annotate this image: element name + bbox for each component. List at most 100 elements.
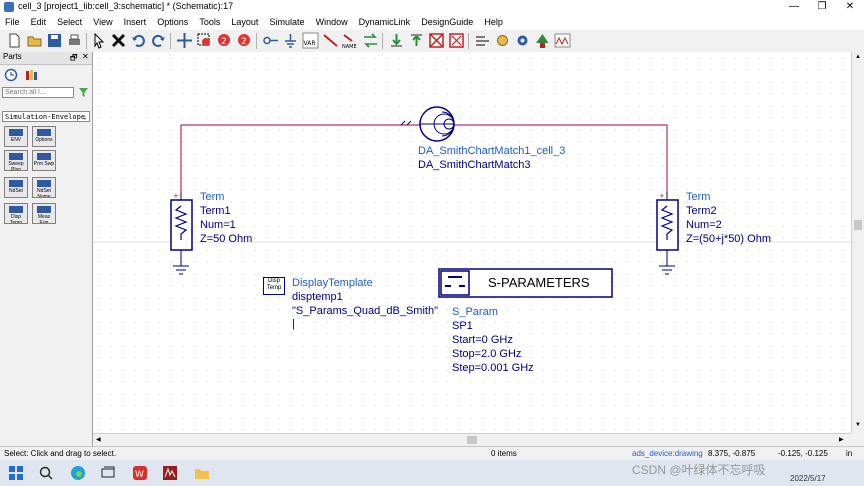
wire-icon[interactable]	[322, 32, 339, 49]
filter-icon[interactable]	[78, 87, 89, 98]
close-panel-button[interactable]: ✕	[82, 52, 89, 61]
swap-icon[interactable]	[362, 32, 379, 49]
minimize-button[interactable]: —	[780, 0, 808, 14]
term1-num: Num=1	[200, 219, 236, 231]
svg-text:+: +	[659, 192, 665, 200]
new-file-icon[interactable]	[6, 32, 23, 49]
schematic-canvas[interactable]: + + DA_SmithChartMatch1_cell_3 DA_SmithC…	[93, 52, 851, 433]
zoom-area-icon[interactable]	[196, 32, 213, 49]
palette-sweep-plan-button[interactable]: Sweep Plan	[4, 150, 28, 171]
scroll-up-icon[interactable]: ▲	[855, 54, 861, 60]
palette-meas-eqn-button[interactable]: Meas Eqn	[32, 203, 56, 224]
parts-panel-title: Parts	[3, 52, 22, 61]
status-message: Select: Click and drag to select.	[4, 449, 117, 458]
vertical-scrollbar[interactable]: ▲ ▼	[851, 52, 864, 433]
menu-window[interactable]: Window	[313, 14, 351, 30]
zoom-out-icon[interactable]: 2	[236, 32, 253, 49]
menu-designguide[interactable]: DesignGuide	[418, 14, 476, 30]
term1-name: Term1	[200, 205, 231, 217]
port-icon[interactable]	[262, 32, 279, 49]
var-equation-icon[interactable]: VAR	[302, 32, 319, 49]
ads-app-icon[interactable]	[162, 465, 178, 481]
library-browser-icon[interactable]	[24, 68, 38, 82]
undock-button[interactable]: 🗗	[70, 52, 78, 66]
print-icon[interactable]	[66, 32, 83, 49]
undo-icon[interactable]	[130, 32, 147, 49]
term2-symbol[interactable]: +	[656, 192, 679, 275]
display-template-icon[interactable]: Disp Temp	[263, 277, 285, 295]
palette-param-sweep-button[interactable]: Prm Swp	[32, 150, 56, 171]
ground-icon[interactable]	[282, 32, 299, 49]
optimize-icon[interactable]	[534, 32, 551, 49]
close-button[interactable]: ✕	[836, 0, 864, 14]
edge-browser-icon[interactable]	[70, 465, 86, 481]
file-explorer-icon[interactable]	[194, 465, 210, 481]
sparam-banner: S-PARAMETERS	[488, 275, 590, 290]
data-display-icon[interactable]	[554, 32, 571, 49]
zoom-in-icon[interactable]: 2	[216, 32, 233, 49]
horizontal-scrollbar[interactable]: ◀ ▶	[93, 433, 851, 447]
deactivate-icon[interactable]	[428, 32, 445, 49]
search-icon[interactable]	[38, 465, 54, 481]
scroll-right-icon[interactable]: ▶	[839, 436, 844, 443]
move-icon[interactable]	[176, 32, 193, 49]
tuning-icon[interactable]	[494, 32, 511, 49]
svg-text:W: W	[135, 470, 144, 480]
status-layer: ads_device:drawing	[632, 449, 703, 458]
parts-search-input[interactable]	[2, 87, 74, 98]
save-icon[interactable]	[46, 32, 63, 49]
toolbar-separator	[468, 33, 469, 49]
palette-ndset-name-button[interactable]: NdSet Name	[32, 177, 56, 198]
app-icon	[4, 2, 14, 12]
task-view-icon[interactable]	[100, 465, 116, 481]
menu-tools[interactable]: Tools	[196, 14, 223, 30]
menu-dynamiclink[interactable]: DynamicLink	[356, 14, 414, 30]
horizontal-scroll-thumb[interactable]	[467, 436, 477, 444]
push-into-icon[interactable]	[388, 32, 405, 49]
palette-options-button[interactable]: Options	[32, 126, 56, 147]
menu-help[interactable]: Help	[481, 14, 506, 30]
sparam-type: S_Param	[452, 306, 498, 318]
wps-office-icon[interactable]: W	[132, 465, 148, 481]
status-bar: Select: Click and drag to select. 0 item…	[0, 446, 864, 461]
menu-options[interactable]: Options	[154, 14, 191, 30]
history-clock-icon[interactable]	[4, 68, 18, 82]
term2-num: Num=2	[686, 219, 722, 231]
menu-file[interactable]: File	[2, 14, 23, 30]
pin-icon[interactable]	[474, 32, 491, 49]
select-arrow-icon[interactable]	[90, 32, 107, 49]
open-folder-icon[interactable]	[26, 32, 43, 49]
menu-select[interactable]: Select	[54, 14, 85, 30]
palette-select[interactable]: Simulation-Envelope ⌄	[2, 111, 90, 122]
smith-chart-icon[interactable]	[419, 106, 455, 142]
maximize-button[interactable]: ❐	[808, 0, 836, 14]
smith-match-type: DA_SmithChartMatch1_cell_3	[418, 145, 566, 157]
vertical-scroll-thumb[interactable]	[854, 220, 862, 230]
menu-edit[interactable]: Edit	[28, 14, 50, 30]
smith-match-name: DA_SmithChartMatch3	[418, 159, 531, 171]
activate-icon[interactable]	[448, 32, 465, 49]
delete-icon[interactable]	[110, 32, 127, 49]
status-unit: in	[846, 449, 853, 458]
parts-panel: Parts 🗗 ✕ Simulation-Envelope ⌄ ENV Opti…	[0, 52, 93, 446]
term1-z: Z=50 Ohm	[200, 233, 253, 245]
name-label-icon[interactable]: NAME	[342, 32, 359, 49]
menu-view[interactable]: View	[90, 14, 115, 30]
menu-layout[interactable]: Layout	[228, 14, 261, 30]
display-template-type: DisplayTemplate	[292, 277, 373, 289]
toolbar-separator	[382, 33, 383, 49]
windows-start-icon[interactable]	[8, 465, 24, 481]
menu-simulate[interactable]: Simulate	[267, 14, 308, 30]
term1-symbol[interactable]: +	[170, 192, 193, 275]
scroll-left-icon[interactable]: ◀	[96, 436, 101, 443]
scroll-down-icon[interactable]: ▼	[855, 422, 861, 428]
term1-type: Term	[200, 191, 225, 203]
redo-icon[interactable]	[150, 32, 167, 49]
term2-z: Z=(50+j*50) Ohm	[686, 233, 771, 245]
simulate-gear-icon[interactable]	[514, 32, 531, 49]
palette-ndset-button[interactable]: NdSet	[4, 177, 28, 198]
pop-out-icon[interactable]	[408, 32, 425, 49]
palette-disp-temp-button[interactable]: Disp Temp	[4, 203, 28, 224]
palette-env-button[interactable]: ENV	[4, 126, 28, 147]
menu-insert[interactable]: Insert	[121, 14, 150, 30]
